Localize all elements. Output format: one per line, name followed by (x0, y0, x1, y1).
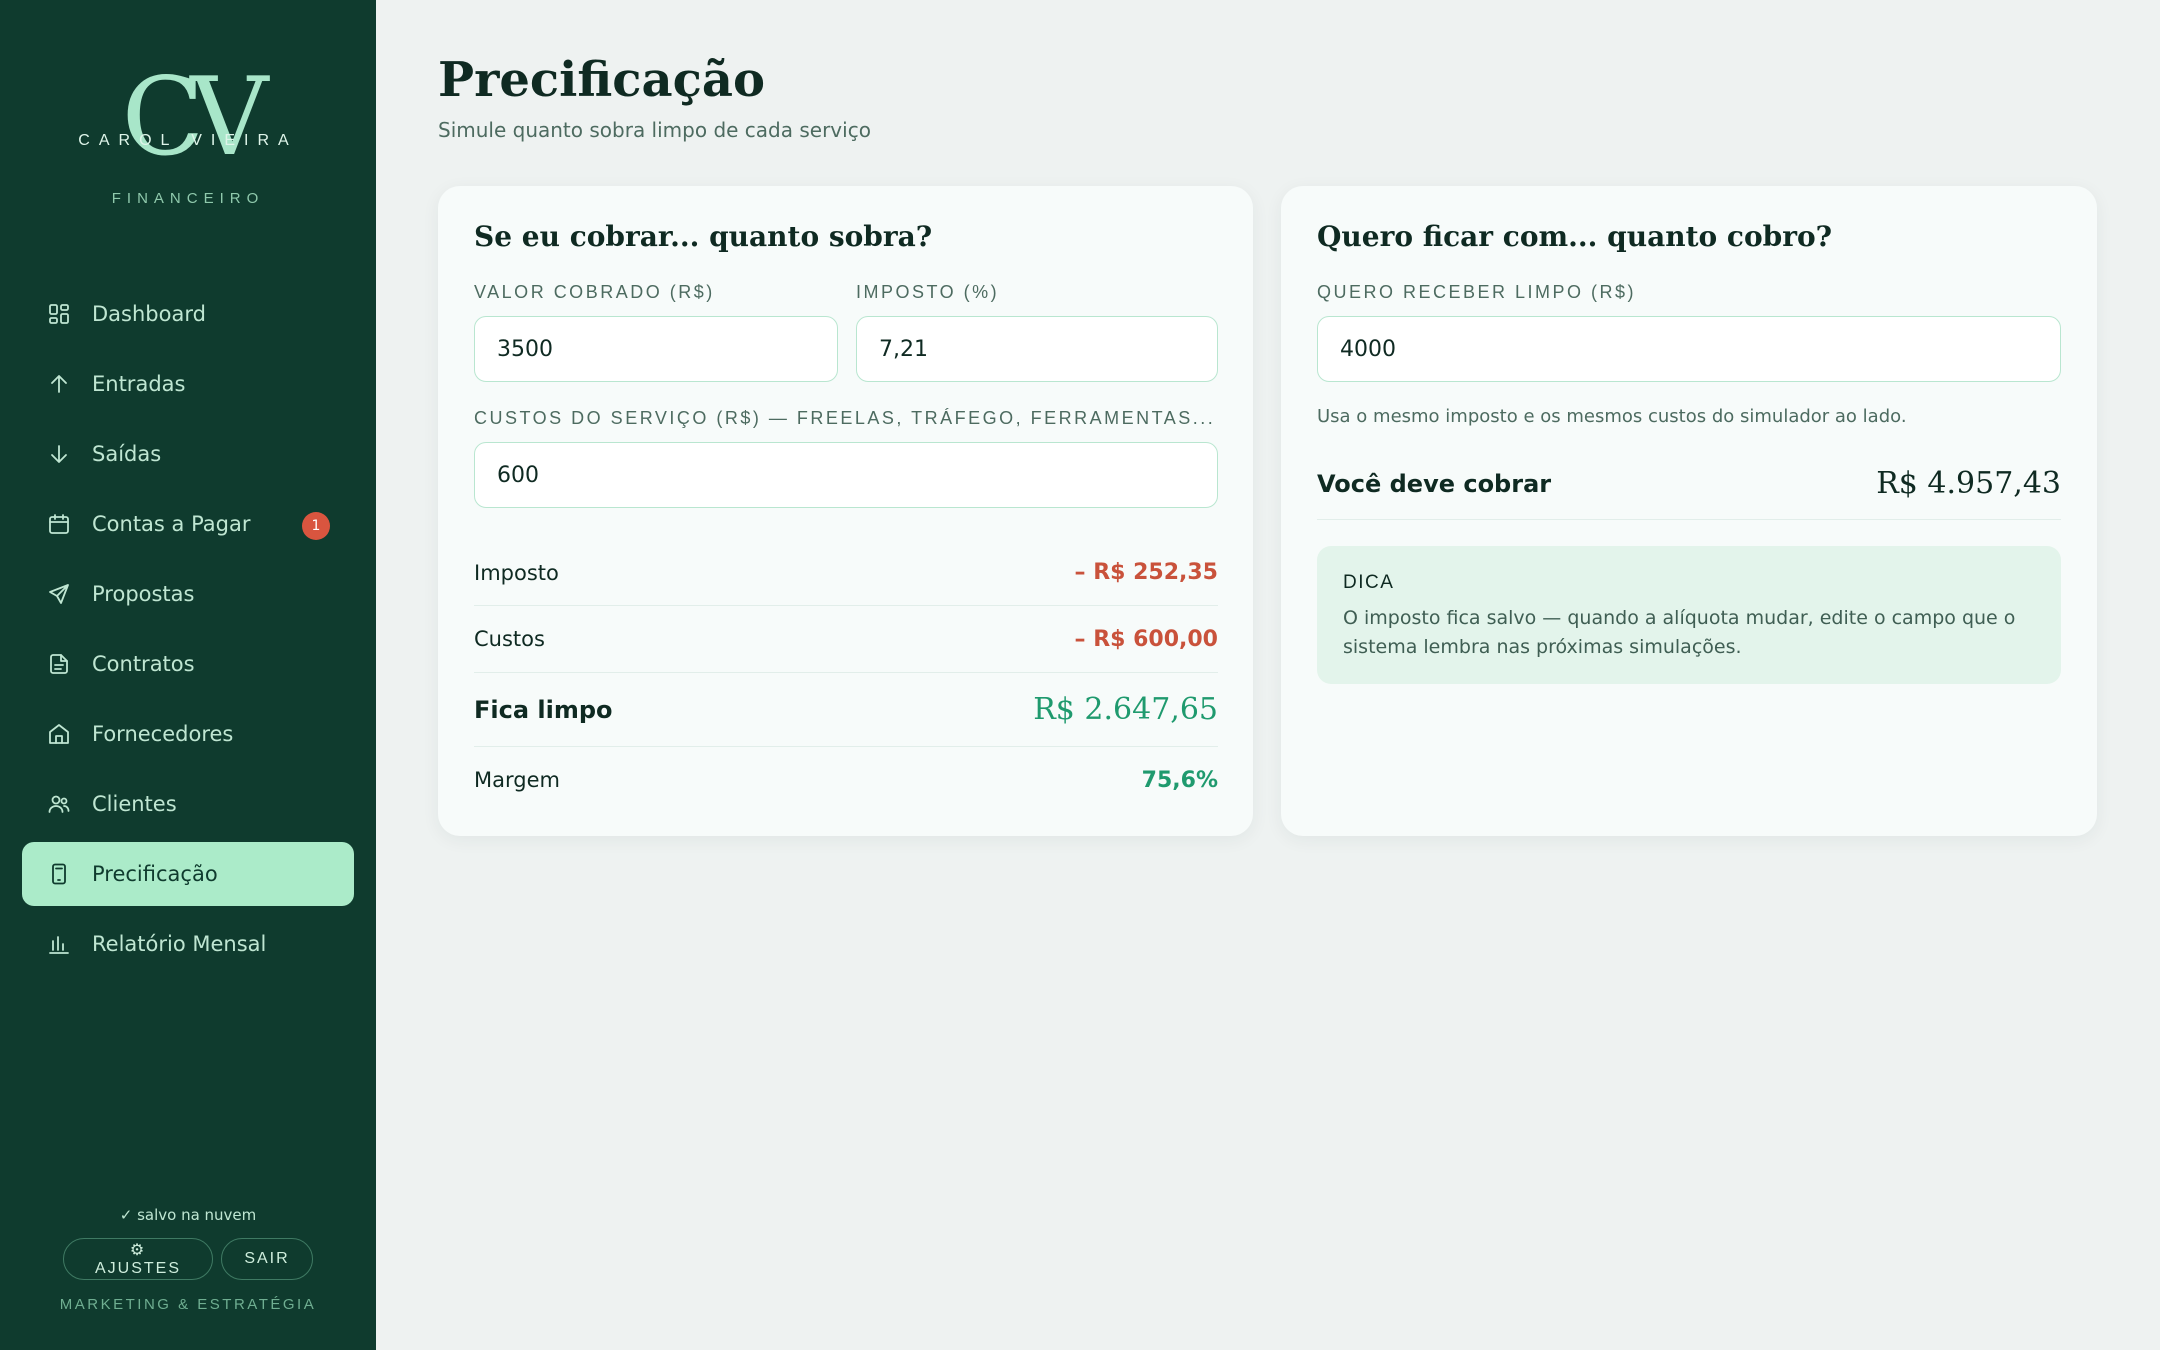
sidebar-item-label: Clientes (92, 792, 177, 816)
sidebar-item-relatorio-mensal[interactable]: Relatório Mensal (22, 912, 354, 976)
settings-button[interactable]: ⚙ AJUSTES (63, 1238, 213, 1280)
tax-label: IMPOSTO (%) (856, 282, 1000, 302)
costs-label: CUSTOS DO SERVIÇO (R$) — FREELAS, TRÁFEG… (474, 408, 1216, 428)
sidebar-item-label: Propostas (92, 582, 195, 606)
send-icon (46, 581, 72, 607)
sidebar-item-label: Fornecedores (92, 722, 234, 746)
charged-value-label: VALOR COBRADO (R$) (474, 282, 715, 302)
page-subtitle: Simule quanto sobra limpo de cada serviç… (438, 118, 871, 142)
suggested-price-row: Você deve cobrar R$ 4.957,43 (1317, 448, 2061, 520)
margin-result-row: Margem 75,6% (474, 747, 1218, 813)
sidebar-item-fornecedores[interactable]: Fornecedores (22, 702, 354, 766)
sidebar: CV CAROL VIEIRA FINANCEIRO Dashboard Ent… (0, 0, 376, 1350)
brand-name: CAROL VIEIRA (78, 132, 298, 149)
costs-amount: – R$ 600,00 (1074, 626, 1218, 652)
sidebar-item-entradas[interactable]: Entradas (22, 352, 354, 416)
footer-buttons: ⚙ AJUSTES SAIR (0, 1238, 376, 1280)
sidebar-footer: ✓ salvo na nuvem ⚙ AJUSTES SAIR MARKETIN… (0, 1206, 376, 1313)
sidebar-item-label: Saídas (92, 442, 162, 466)
page-title: Precificação (438, 52, 765, 108)
net-result-row: Fica limpo R$ 2.647,65 (474, 673, 1218, 747)
sidebar-item-label: Dashboard (92, 302, 206, 326)
sidebar-item-label: Contas a Pagar (92, 512, 251, 536)
users-icon (46, 791, 72, 817)
logout-button[interactable]: SAIR (221, 1238, 313, 1280)
charged-value-input[interactable] (474, 316, 838, 382)
notification-badge: 1 (302, 512, 330, 540)
tax-amount: – R$ 252,35 (1074, 560, 1218, 585)
tax-result-row: Imposto – R$ 252,35 (474, 540, 1218, 606)
sidebar-item-label: Precificação (92, 862, 218, 886)
calculator-icon (46, 861, 72, 887)
brand-tagline: MARKETING & ESTRATÉGIA (59, 1296, 317, 1313)
result-label: Você deve cobrar (1317, 469, 1552, 498)
sidebar-item-label: Entradas (92, 372, 186, 396)
costs-input[interactable] (474, 442, 1218, 508)
helper-note: Usa o mesmo imposto e os mesmos custos d… (1317, 406, 1907, 427)
sidebar-item-clientes[interactable]: Clientes (22, 772, 354, 836)
card-title: Quero ficar com... quanto cobro? (1317, 220, 1833, 253)
costs-result-row: Custos – R$ 600,00 (474, 606, 1218, 673)
tip-box: DICA O imposto fica salvo — quando a alí… (1317, 546, 2061, 684)
dashboard-grid-icon (46, 301, 72, 327)
sidebar-nav: Dashboard Entradas Saídas Contas a Pagar… (22, 282, 354, 982)
sidebar-item-contas-a-pagar[interactable]: Contas a Pagar 1 (22, 492, 354, 556)
document-icon (46, 651, 72, 677)
tip-text: O imposto fica salvo — quando a alíquota… (1343, 607, 2016, 658)
result-label: Margem (474, 768, 560, 792)
target-net-input[interactable] (1317, 316, 2061, 382)
sidebar-item-label: Contratos (92, 652, 195, 676)
sidebar-item-dashboard[interactable]: Dashboard (22, 282, 354, 346)
sidebar-item-label: Relatório Mensal (92, 932, 267, 956)
target-net-label: QUERO RECEBER LIMPO (R$) (1317, 282, 1637, 302)
result-label: Custos (474, 627, 545, 651)
brand-monogram: CV (121, 55, 269, 180)
result-label: Imposto (474, 560, 559, 585)
tip-title: DICA (1343, 572, 1395, 593)
sidebar-item-precificacao[interactable]: Precificação (22, 842, 354, 906)
reverse-pricing-card: Quero ficar com... quanto cobro? QUERO R… (1281, 186, 2097, 836)
sidebar-item-contratos[interactable]: Contratos (22, 632, 354, 696)
sidebar-item-propostas[interactable]: Propostas (22, 562, 354, 626)
net-amount: R$ 2.647,65 (1033, 692, 1218, 727)
tax-input[interactable] (856, 316, 1218, 382)
sync-status: ✓ salvo na nuvem (119, 1206, 257, 1224)
card-title: Se eu cobrar... quanto sobra? (474, 220, 933, 253)
margin-amount: 75,6% (1141, 767, 1218, 793)
arrow-up-icon (46, 371, 72, 397)
arrow-down-icon (46, 441, 72, 467)
store-icon (46, 721, 72, 747)
brand-logo: CV CAROL VIEIRA (0, 58, 376, 178)
calendar-icon (46, 511, 72, 537)
pricing-simulator-card: Se eu cobrar... quanto sobra? VALOR COBR… (438, 186, 1253, 836)
result-label: Fica limpo (474, 695, 613, 724)
sidebar-item-saidas[interactable]: Saídas (22, 422, 354, 486)
bar-chart-icon (46, 931, 72, 957)
suggested-price: R$ 4.957,43 (1876, 466, 2061, 501)
brand-subtitle: FINANCEIRO (111, 190, 265, 207)
